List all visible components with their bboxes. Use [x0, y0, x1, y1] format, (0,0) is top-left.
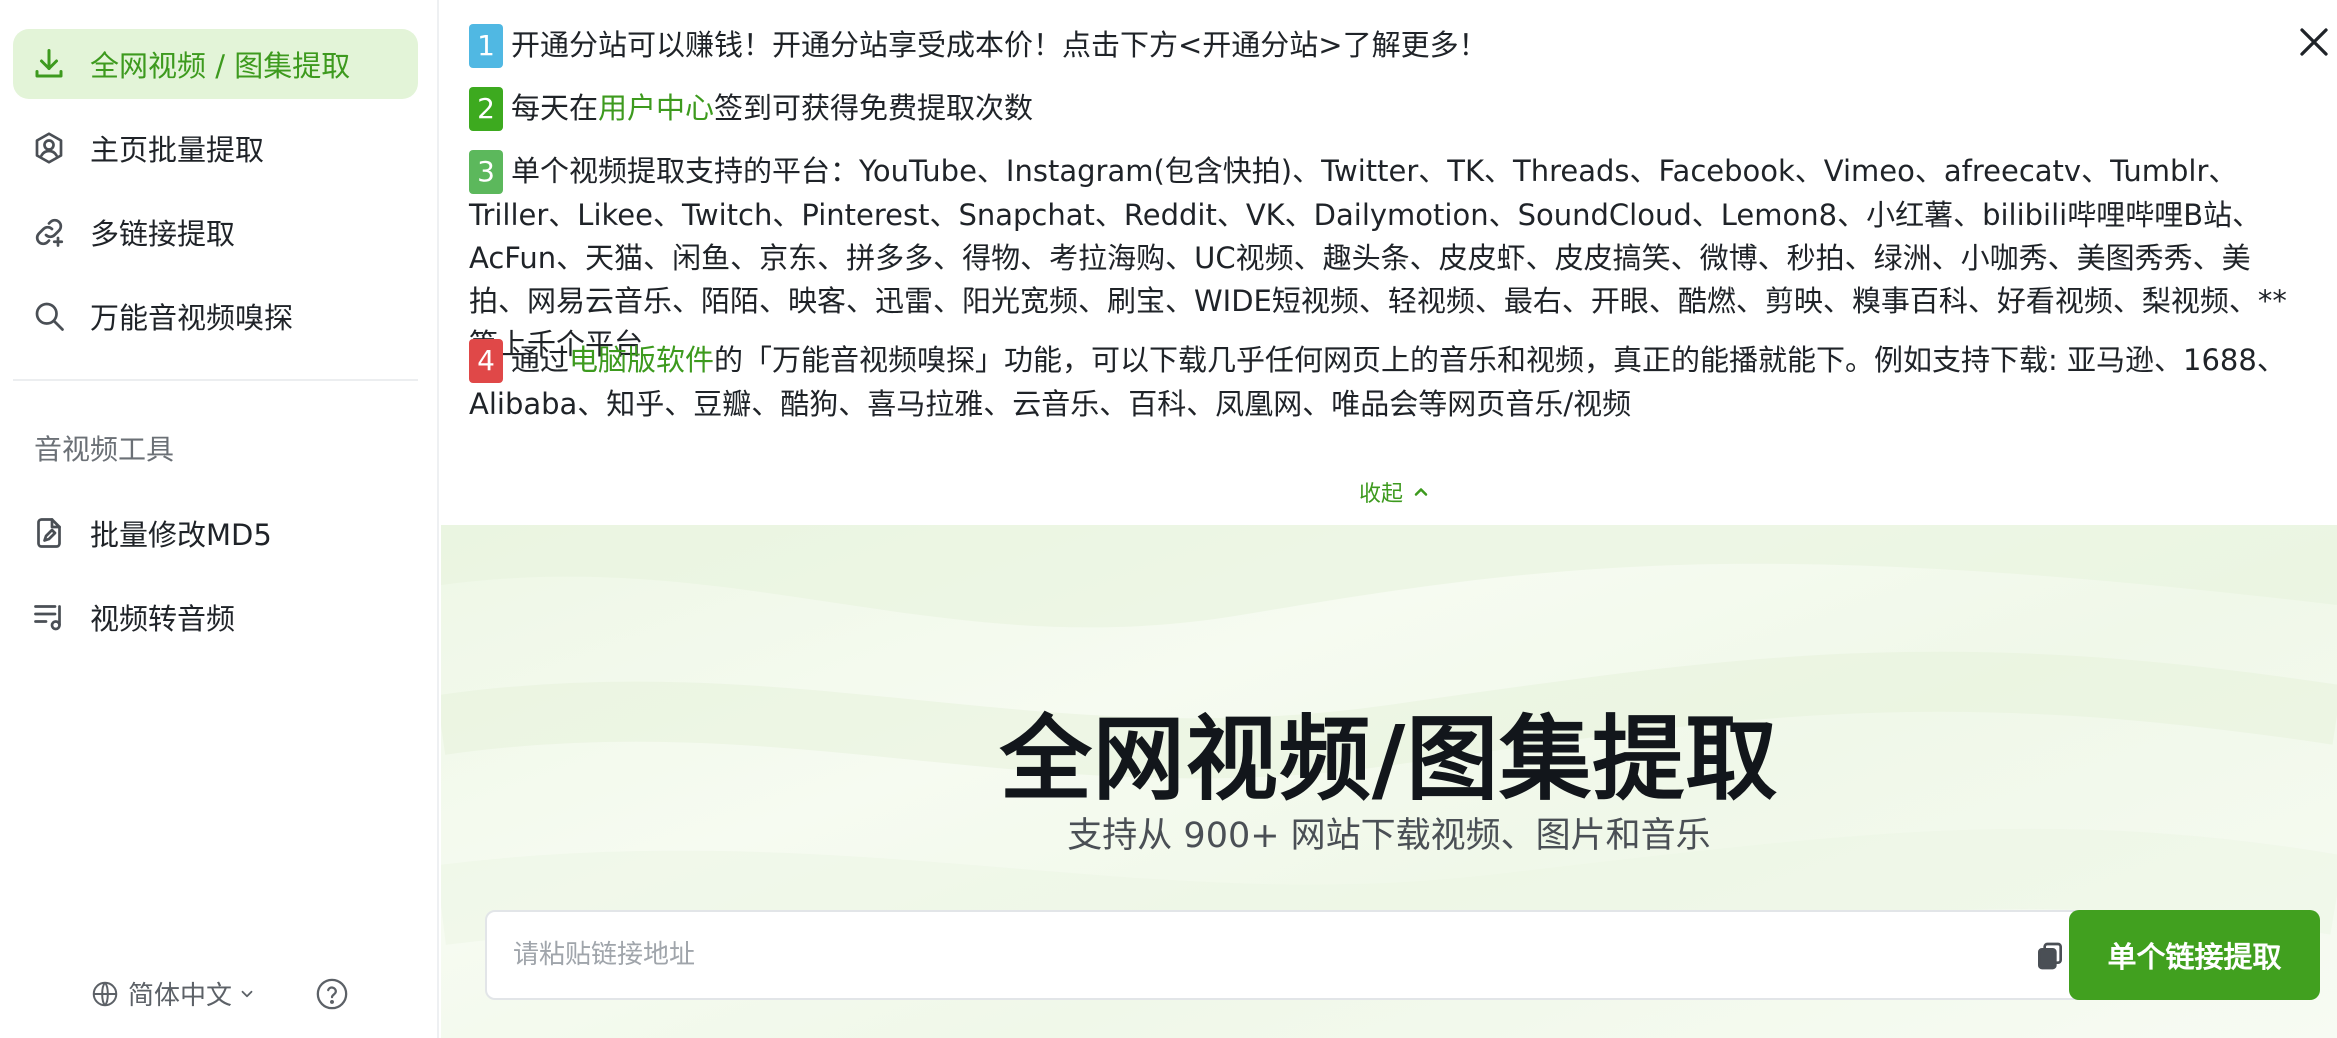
notice-item-1: 1 开通分站可以赚钱！开通分站享受成本价！点击下方<开通分站>了解更多！: [469, 24, 2304, 68]
sidebar-footer: 简体中文: [90, 975, 348, 1012]
user-center-link[interactable]: 用户中心: [598, 91, 714, 125]
notice-number: 3: [469, 150, 503, 194]
chevron-up-icon: [1414, 488, 1428, 496]
sidebar-item-md5[interactable]: 批量修改MD5: [13, 498, 418, 568]
sidebar-divider: [13, 379, 418, 381]
url-input-container: [485, 910, 2092, 1000]
notice-text: 单个视频提取支持的平台：YouTube、Instagram(包含快拍)、Twit…: [469, 154, 2287, 361]
notice-text: 的「万能音视频嗅探」功能，可以下载几乎任何网页上的音乐和视频，真正的能播就能下。…: [469, 343, 2286, 421]
notice-text: 通过: [511, 343, 570, 377]
paste-icon[interactable]: [2034, 940, 2066, 972]
sidebar-item-multi-link[interactable]: 多链接提取: [13, 197, 418, 267]
notice-number: 1: [469, 24, 503, 68]
sidebar-item-video-extract[interactable]: 全网视频 / 图集提取: [13, 29, 418, 99]
sidebar-item-label: 视频转音频: [90, 602, 236, 636]
single-link-extract-button[interactable]: 单个链接提取: [2069, 910, 2320, 1000]
globe-icon: [92, 981, 118, 1006]
notice-number: 2: [469, 87, 503, 131]
page-title: 全网视频/图集提取: [999, 706, 1779, 813]
sidebar-item-label: 多链接提取: [90, 217, 236, 251]
language-label: 简体中文: [128, 981, 233, 1011]
hero-section: 全网视频/图集提取 支持从 900+ 网站下载视频、图片和音乐 单个链接提取: [441, 525, 2337, 1038]
sidebar-item-sniffer[interactable]: 万能音视频嗅探: [13, 281, 418, 351]
sidebar-item-homepage-batch[interactable]: 主页批量提取: [13, 113, 418, 183]
sidebar-item-label: 全网视频 / 图集提取: [90, 49, 351, 83]
sidebar-item-label: 万能音视频嗅探: [90, 301, 294, 335]
notice-text: 签到可获得免费提取次数: [714, 91, 1034, 125]
search-icon: [30, 297, 68, 335]
notice-item-2: 2 每天在用户中心签到可获得免费提取次数: [469, 87, 2304, 131]
notice-text: 开通分站可以赚钱！开通分站享受成本价！点击下方<开通分站>了解更多！: [511, 28, 1488, 62]
notice-item-3: 3 单个视频提取支持的平台：YouTube、Instagram(包含快拍)、Twi…: [469, 150, 2304, 366]
collapse-label: 收起: [1359, 482, 1404, 507]
download-icon: [30, 45, 68, 83]
page-subtitle: 支持从 900+ 网站下载视频、图片和音乐: [1067, 816, 1711, 856]
sidebar-item-label: 主页批量提取: [90, 133, 265, 167]
sidebar-section-title: 音视频工具: [34, 433, 175, 466]
user-profile-icon: [30, 129, 68, 167]
url-input[interactable]: [511, 912, 1991, 998]
music-list-icon: [30, 598, 68, 636]
notice-number: 4: [469, 339, 503, 383]
notice-item-4: 4 通过电脑版软件的「万能音视频嗅探」功能，可以下载几乎任何网页上的音乐和视频，真…: [469, 339, 2304, 426]
sidebar: 全网视频 / 图集提取 主页批量提取 多链接提取 万能音视频嗅探 音视频工具 批…: [0, 0, 439, 1038]
link-icon: [30, 213, 68, 251]
sidebar-item-video-to-audio[interactable]: 视频转音频: [13, 582, 418, 652]
help-icon[interactable]: [315, 977, 349, 1011]
chevron-down-icon: [241, 990, 253, 997]
desktop-software-link[interactable]: 电脑版软件: [569, 343, 714, 377]
sidebar-item-label: 批量修改MD5: [90, 518, 272, 552]
collapse-toggle[interactable]: 收起: [1359, 476, 1431, 508]
language-selector[interactable]: 简体中文: [90, 975, 256, 1012]
notice-text: 每天在: [511, 91, 599, 125]
file-edit-icon: [30, 514, 68, 552]
